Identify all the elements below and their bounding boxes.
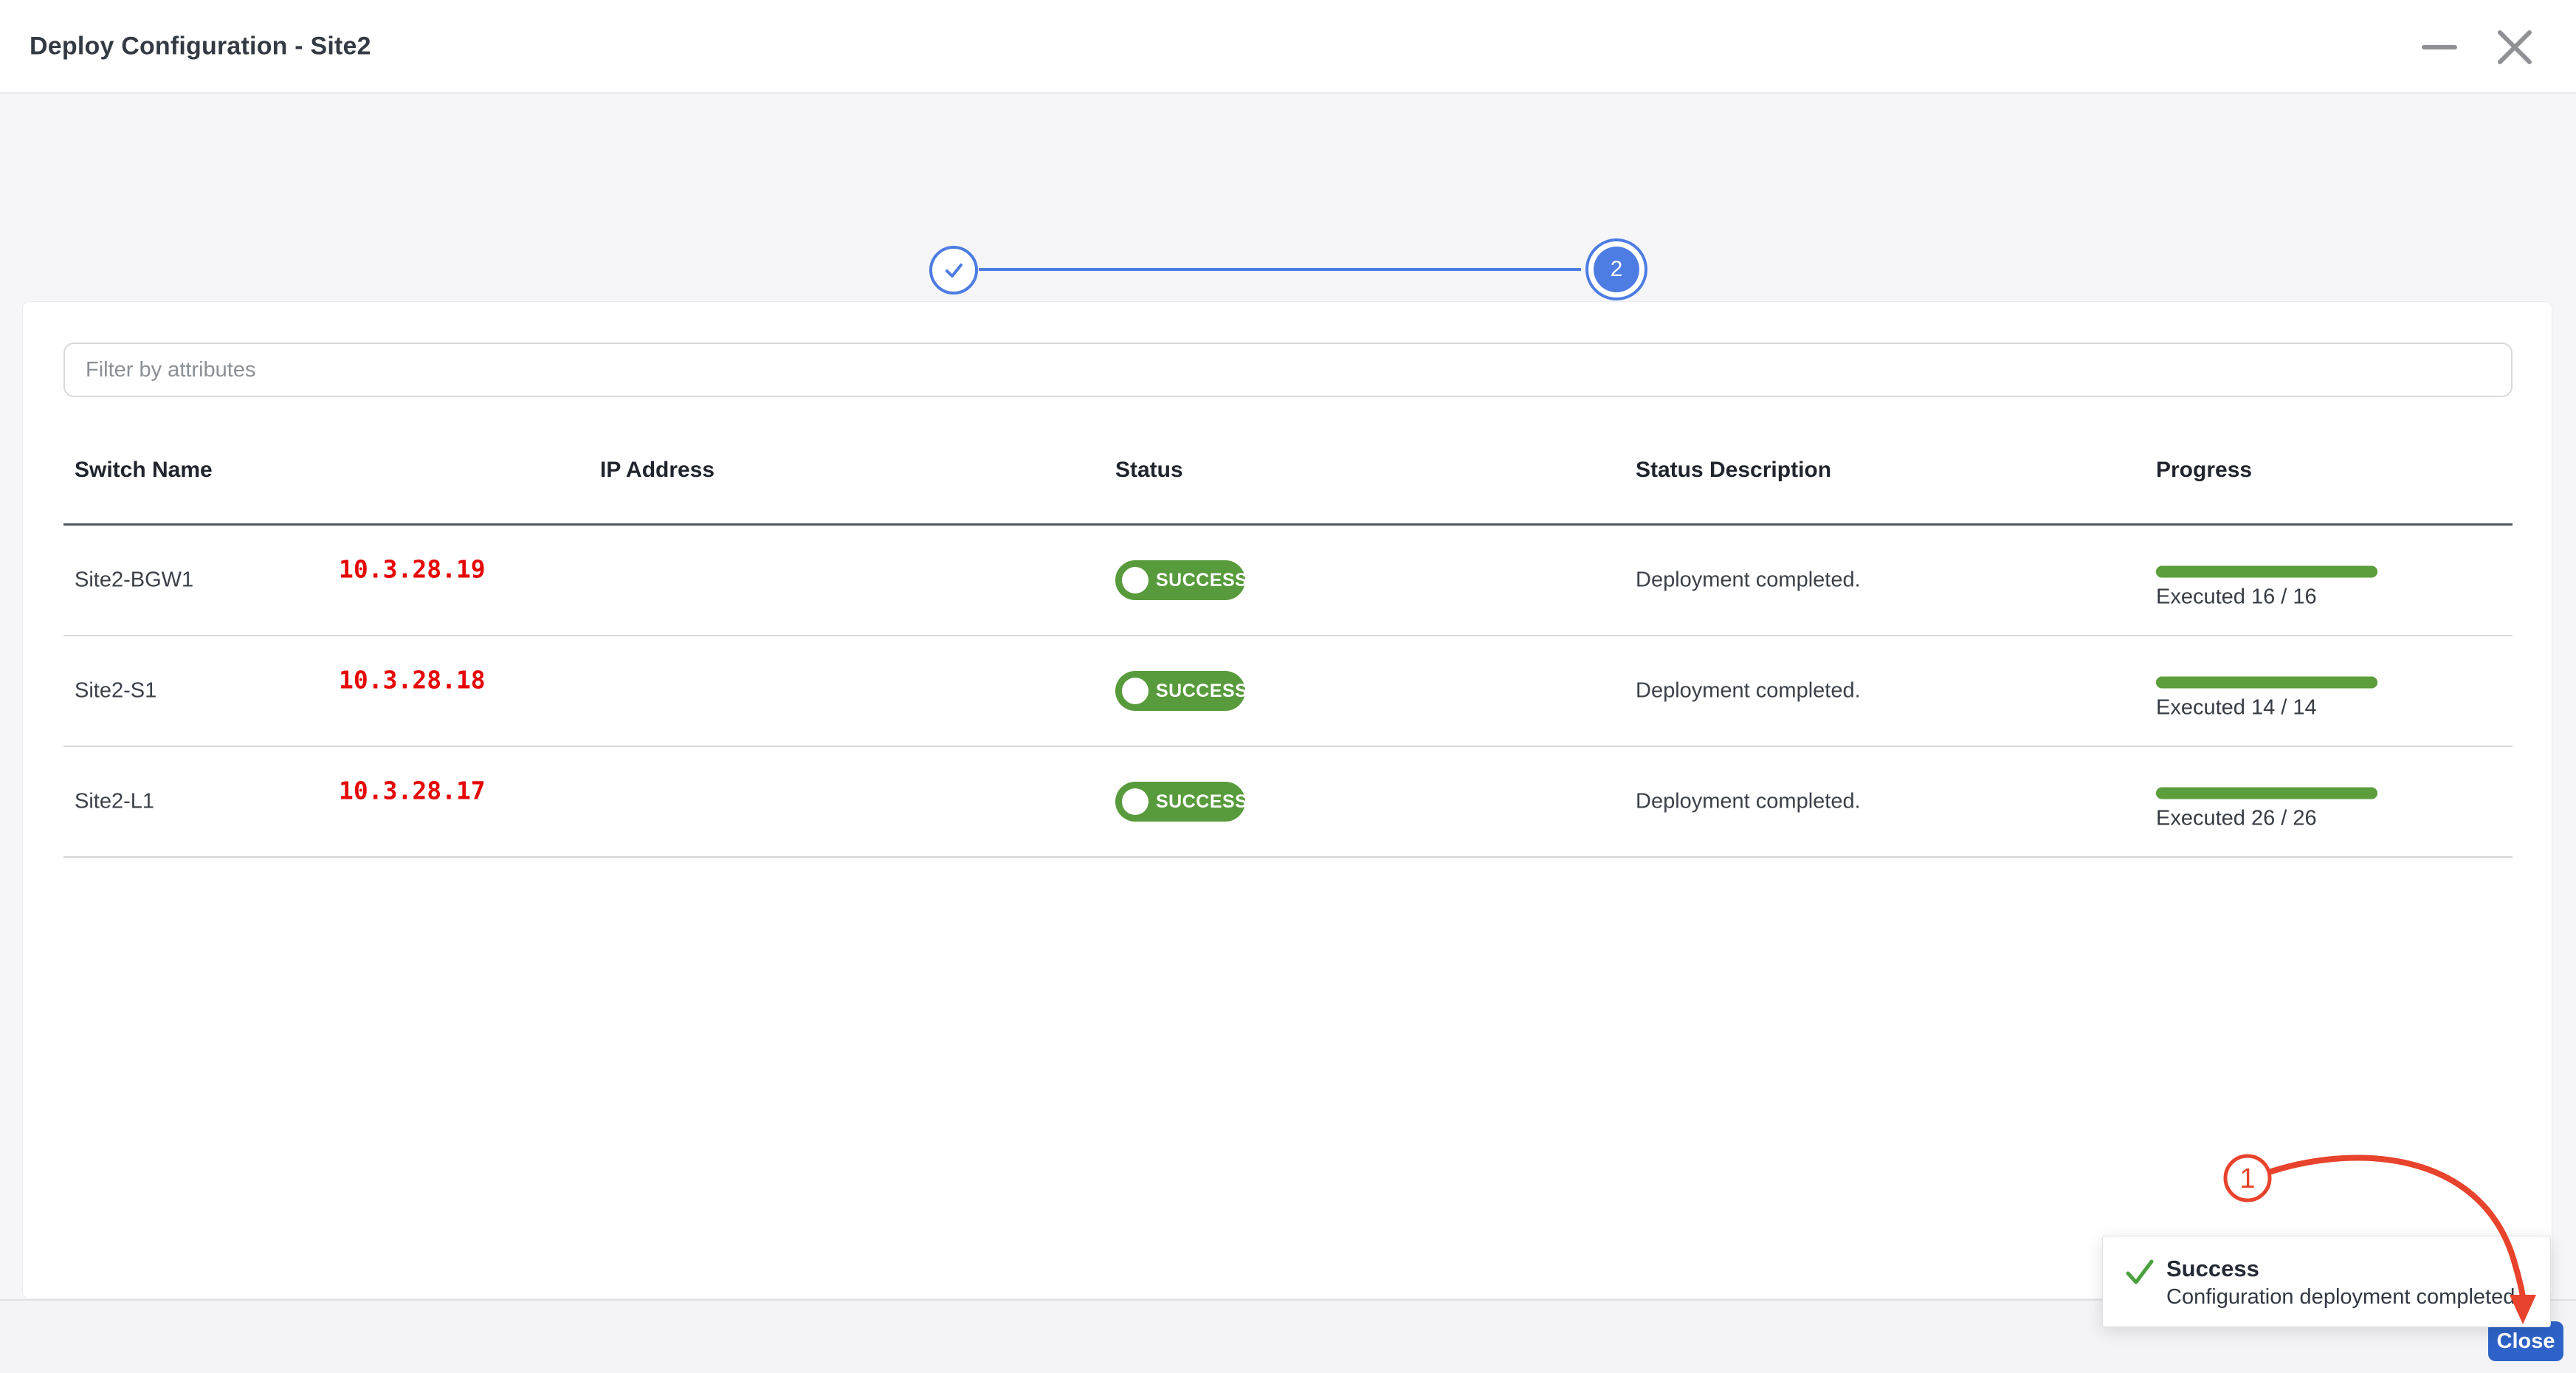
close-button[interactable]: Close <box>2488 1321 2563 1361</box>
status-dot-icon <box>1122 567 1148 593</box>
switch-name: Site2-BGW1 <box>75 568 193 593</box>
check-icon <box>2122 1254 2157 1290</box>
status-description: Deployment completed. <box>1636 790 1861 814</box>
stepper-connector <box>979 268 1581 271</box>
column-header-status-description: Status Description <box>1636 458 1831 483</box>
status-dot-icon <box>1122 678 1148 704</box>
table-row: Site2-BGW1 10.3.28.19 SUCCESS Deployment… <box>63 526 2513 636</box>
progress-cell: Executed 26 / 26 <box>2156 788 2377 831</box>
progress-bar <box>2156 566 2377 578</box>
column-header-status: Status <box>1115 458 1183 483</box>
status-description: Deployment completed. <box>1636 568 1861 593</box>
dialog-titlebar: Deploy Configuration - Site2 <box>0 0 2576 94</box>
progress-label: Executed 26 / 26 <box>2156 807 2377 831</box>
status-dot-icon <box>1122 788 1148 815</box>
toast-message: Configuration deployment completed. <box>2166 1285 2521 1310</box>
toast-title: Success <box>2166 1256 2259 1282</box>
status-badge: SUCCESS <box>1115 560 1245 600</box>
progress-bar <box>2156 788 2377 799</box>
progress-bar <box>2156 677 2377 689</box>
step-active-ring: 2 <box>1585 238 1647 300</box>
ip-address: 10.3.28.19 <box>339 555 486 584</box>
step-completed-circle <box>929 246 978 295</box>
ip-address: 10.3.28.17 <box>339 777 486 805</box>
progress-cell: Executed 16 / 16 <box>2156 566 2377 610</box>
table-body: Site2-BGW1 10.3.28.19 SUCCESS Deployment… <box>63 526 2513 858</box>
success-toast: Success Configuration deployment complet… <box>2102 1236 2551 1327</box>
step-number: 2 <box>1611 257 1623 282</box>
status-description: Deployment completed. <box>1636 679 1861 703</box>
minimize-icon <box>2422 45 2457 49</box>
minimize-button[interactable] <box>2414 0 2465 94</box>
column-header-progress: Progress <box>2156 458 2252 483</box>
check-icon <box>941 258 966 283</box>
table-row: Site2-L1 10.3.28.17 SUCCESS Deployment c… <box>63 747 2513 858</box>
progress-label: Executed 16 / 16 <box>2156 585 2377 610</box>
deploy-progress-panel: Switch Name IP Address Status Status Des… <box>22 301 2552 1299</box>
status-badge: SUCCESS <box>1115 671 1245 711</box>
progress-cell: Executed 14 / 14 <box>2156 677 2377 720</box>
switch-name: Site2-S1 <box>75 679 156 703</box>
dialog-title: Deploy Configuration - Site2 <box>30 32 371 61</box>
wizard-stepper: Config Preview 2 Deploy Progress <box>0 94 2576 286</box>
switch-name: Site2-L1 <box>75 790 154 814</box>
progress-label: Executed 14 / 14 <box>2156 696 2377 720</box>
step-active-circle: 2 <box>1594 247 1639 292</box>
table-row: Site2-S1 10.3.28.18 SUCCESS Deployment c… <box>63 636 2513 747</box>
status-badge: SUCCESS <box>1115 782 1245 822</box>
column-header-switch-name: Switch Name <box>75 458 213 483</box>
close-dialog-button[interactable] <box>2489 0 2541 94</box>
ip-address: 10.3.28.18 <box>339 666 486 695</box>
column-header-ip-address: IP Address <box>600 458 714 483</box>
filter-input[interactable] <box>63 343 2513 397</box>
table-header: Switch Name IP Address Status Status Des… <box>63 397 2513 526</box>
close-icon <box>2496 28 2534 66</box>
